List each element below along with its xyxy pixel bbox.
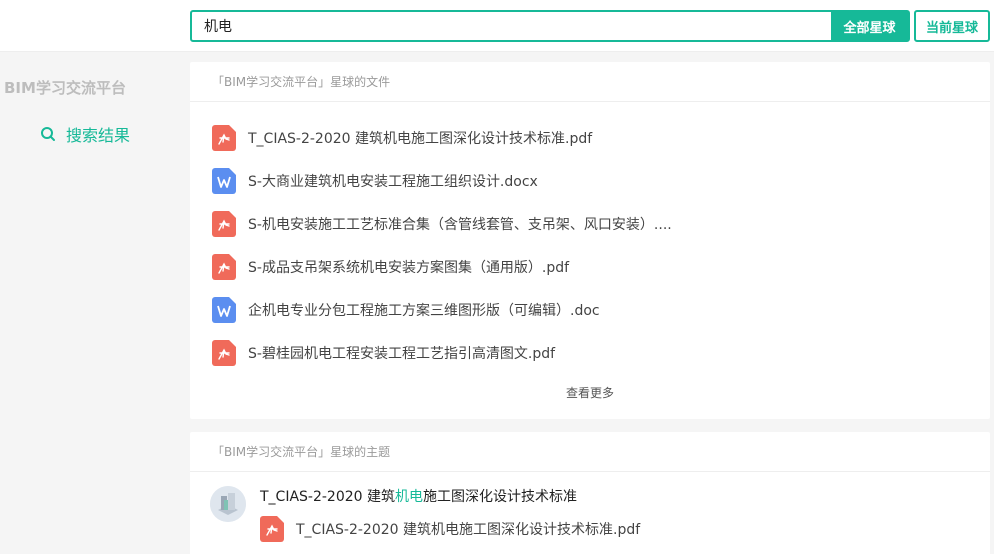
file-item[interactable]: S-机电安装施工工艺标准合集（含管线套管、支吊架、风口安装）.... [190, 202, 990, 245]
search-box: 全部星球 [190, 10, 910, 42]
file-name: T_CIAS-2-2020 建筑机电施工图深化设计技术标准.pdf [248, 130, 593, 147]
topic-item[interactable]: T_CIAS-2-2020 建筑机电施工图深化设计技术标准 T_CIAS-2-2… [210, 486, 640, 542]
files-card: 「BIM学习交流平台」星球的文件 T_CIAS-2-2020 建筑机电施工图深化… [190, 62, 990, 419]
file-item[interactable]: 企机电专业分包工程施工方案三维图形版（可编辑）.doc [190, 288, 990, 331]
file-name: S-成品支吊架系统机电安装方案图集（通用版）.pdf [248, 259, 570, 276]
topic-title[interactable]: T_CIAS-2-2020 建筑机电施工图深化设计技术标准 [260, 486, 640, 508]
highlighted-keyword: 机电 [395, 489, 424, 505]
view-more-link[interactable]: 查看更多 [190, 384, 990, 401]
file-name: S-机电安装施工工艺标准合集（含管线套管、支吊架、风口安装）.... [248, 216, 672, 233]
word-file-icon [212, 296, 236, 323]
pdf-file-icon [212, 339, 236, 366]
search-icon [41, 127, 55, 141]
search-input[interactable] [192, 12, 831, 40]
file-item[interactable]: S-成品支吊架系统机电安装方案图集（通用版）.pdf [190, 245, 990, 288]
file-list: T_CIAS-2-2020 建筑机电施工图深化设计技术标准.pdf S-大商业建… [190, 102, 990, 374]
file-name: S-大商业建筑机电安装工程施工组织设计.docx [248, 173, 538, 190]
file-item[interactable]: T_CIAS-2-2020 建筑机电施工图深化设计技术标准.pdf [190, 116, 990, 159]
search-current-planet-button[interactable]: 当前星球 [914, 10, 990, 42]
file-name: 企机电专业分包工程施工方案三维图形版（可编辑）.doc [248, 302, 600, 319]
pdf-file-icon [212, 253, 236, 280]
files-section-title: 「BIM学习交流平台」星球的文件 [190, 62, 990, 102]
avatar [210, 486, 246, 522]
word-file-icon [212, 167, 236, 194]
sidebar-item-label: 搜索结果 [66, 126, 131, 145]
pdf-file-icon [212, 124, 236, 151]
topics-card: 「BIM学习交流平台」星球的主题 T_CIAS-2-2020 建筑机电施工图深化… [190, 432, 990, 554]
pdf-file-icon [212, 210, 236, 237]
sidebar-brand: BIM学习交流平台 [4, 79, 126, 97]
search-all-planets-button[interactable]: 全部星球 [831, 12, 908, 40]
file-item[interactable]: S-大商业建筑机电安装工程施工组织设计.docx [190, 159, 990, 202]
pdf-file-icon [260, 516, 284, 542]
topics-section-title: 「BIM学习交流平台」星球的主题 [190, 432, 990, 472]
file-item[interactable]: S-碧桂园机电工程安装工程工艺指引高清图文.pdf [190, 331, 990, 374]
building-avatar-icon [210, 486, 246, 522]
file-name: S-碧桂园机电工程安装工程工艺指引高清图文.pdf [248, 345, 556, 362]
sidebar-item-search-results[interactable]: 搜索结果 [40, 122, 130, 146]
file-name: T_CIAS-2-2020 建筑机电施工图深化设计技术标准.pdf [296, 522, 641, 538]
topic-attachment[interactable]: T_CIAS-2-2020 建筑机电施工图深化设计技术标准.pdf [260, 516, 640, 542]
